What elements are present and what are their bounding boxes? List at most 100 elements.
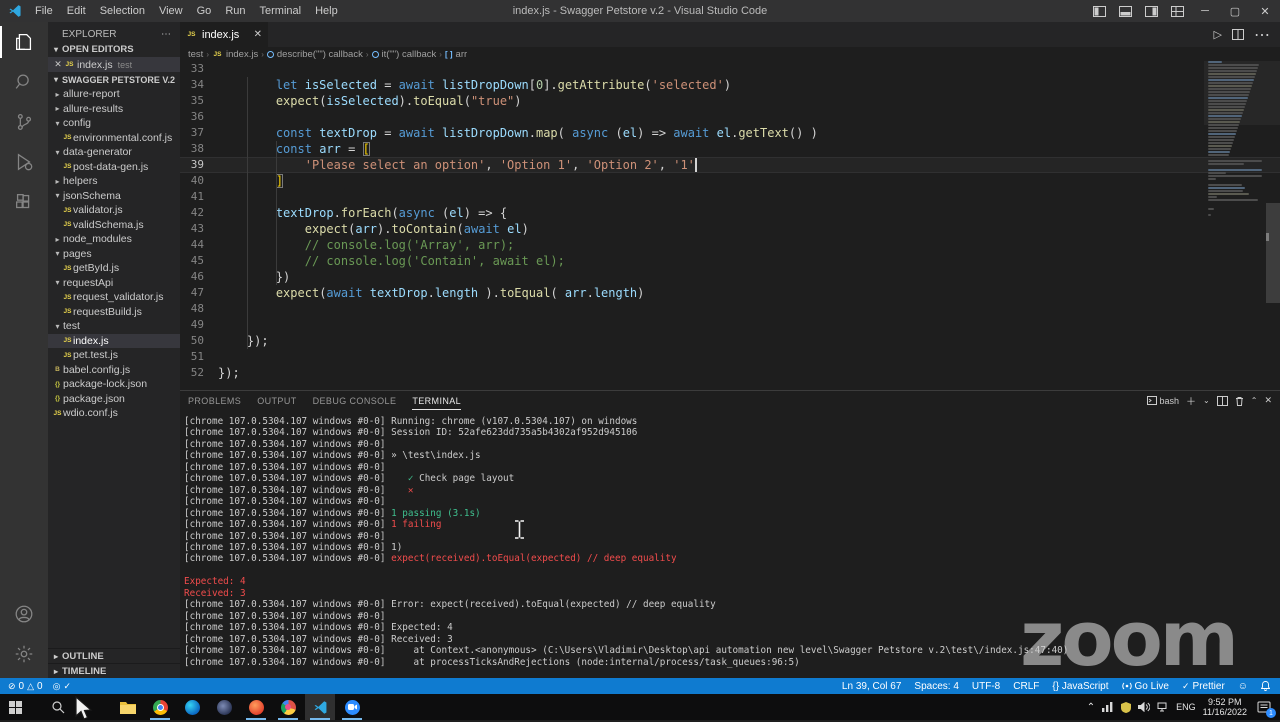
panel-tab-terminal[interactable]: TERMINAL xyxy=(412,391,461,410)
code-line-41[interactable]: 41 xyxy=(180,189,1280,205)
panel-tab-debug-console[interactable]: DEBUG CONSOLE xyxy=(313,391,397,410)
code-line-52[interactable]: 52}); xyxy=(180,365,1280,381)
menu-help[interactable]: Help xyxy=(308,0,345,22)
taskbar-edge[interactable] xyxy=(177,694,207,720)
new-terminal-icon[interactable]: ＋ xyxy=(1186,393,1196,408)
split-editor-icon[interactable] xyxy=(1232,29,1244,40)
breadcrumb-item[interactable]: JSindex.js xyxy=(212,49,258,60)
open-editor-item[interactable]: ✕ JS index.js test xyxy=(48,57,180,72)
code-line-37[interactable]: 37const textDrop = await listDropDown.ma… xyxy=(180,125,1280,141)
tree-item-data-generator[interactable]: ▾data-generator xyxy=(48,145,180,160)
tree-item-test[interactable]: ▾test xyxy=(48,319,180,334)
problems-indicator[interactable]: ⊘ 0 △ 0 xyxy=(8,681,43,692)
close-editor-icon[interactable]: ✕ xyxy=(52,59,64,70)
code-line-35[interactable]: 35expect(isSelected).toEqual("true") xyxy=(180,93,1280,109)
menu-selection[interactable]: Selection xyxy=(93,0,152,22)
terminal-output[interactable]: [chrome 107.0.5304.107 windows #0-0] Run… xyxy=(180,410,1280,678)
code-line-47[interactable]: 47expect(await textDrop.length ).toEqual… xyxy=(180,285,1280,301)
tree-item-validator.js[interactable]: JSvalidator.js xyxy=(48,203,180,218)
tree-item-requestBuild.js[interactable]: JSrequestBuild.js xyxy=(48,305,180,320)
toggle-secondary-sidebar-icon[interactable] xyxy=(1138,0,1164,22)
code-editor[interactable]: 3334let isSelected = await listDropDown[… xyxy=(180,61,1280,390)
maximize-panel-icon[interactable]: ⌃ xyxy=(1251,396,1258,405)
taskbar-browser-2[interactable] xyxy=(273,694,303,720)
customize-layout-icon[interactable] xyxy=(1164,0,1190,22)
activitybar-search[interactable] xyxy=(0,62,48,102)
activitybar-settings[interactable] xyxy=(0,634,48,674)
taskbar-app-orange[interactable] xyxy=(241,694,271,720)
language-indicator[interactable]: ENG xyxy=(1176,702,1196,712)
menu-view[interactable]: View xyxy=(152,0,190,22)
breadcrumb-item[interactable]: describe("") callback xyxy=(267,49,363,60)
minimize-button[interactable]: ─ xyxy=(1190,0,1220,22)
code-line-51[interactable]: 51 xyxy=(180,349,1280,365)
run-file-icon[interactable]: ▷ xyxy=(1214,28,1222,41)
menu-terminal[interactable]: Terminal xyxy=(253,0,309,22)
taskbar-browser-1[interactable] xyxy=(145,694,175,720)
maximize-button[interactable]: ▢ xyxy=(1220,0,1250,22)
tree-item-validSchema.js[interactable]: JSvalidSchema.js xyxy=(48,218,180,233)
kill-terminal-icon[interactable] xyxy=(1235,396,1244,406)
network-icon[interactable] xyxy=(1157,702,1169,712)
activitybar-extensions[interactable] xyxy=(0,182,48,222)
toggle-sidebar-icon[interactable] xyxy=(1086,0,1112,22)
code-line-42[interactable]: 42textDrop.forEach(async (el) => { xyxy=(180,205,1280,221)
status-go-live[interactable]: Go Live xyxy=(1122,681,1169,692)
tree-item-allure-report[interactable]: ▸allure-report xyxy=(48,87,180,102)
feedback-icon[interactable]: ☺ xyxy=(1238,681,1248,692)
close-button[interactable]: ✕ xyxy=(1250,0,1280,22)
taskbar-search[interactable] xyxy=(43,694,73,720)
taskbar-zoom[interactable] xyxy=(337,694,367,720)
activitybar-account[interactable] xyxy=(0,594,48,634)
code-line-33[interactable]: 33 xyxy=(180,61,1280,77)
code-line-36[interactable]: 36 xyxy=(180,109,1280,125)
menu-file[interactable]: File xyxy=(28,0,60,22)
status-crlf[interactable]: CRLF xyxy=(1013,681,1039,692)
activitybar-explorer[interactable] xyxy=(0,22,48,62)
code-line-46[interactable]: 46}) xyxy=(180,269,1280,285)
status--javascript[interactable]: {} JavaScript xyxy=(1052,681,1108,692)
tree-item-helpers[interactable]: ▸helpers xyxy=(48,174,180,189)
tree-item-package.json[interactable]: {}package.json xyxy=(48,392,180,407)
menu-run[interactable]: Run xyxy=(218,0,252,22)
menu-edit[interactable]: Edit xyxy=(60,0,93,22)
panel-tab-problems[interactable]: PROBLEMS xyxy=(188,391,241,410)
breadcrumb-item[interactable]: it("") callback xyxy=(372,49,437,60)
close-panel-icon[interactable]: ✕ xyxy=(1264,395,1272,406)
project-section[interactable]: ▾ SWAGGER PETSTORE V.2 xyxy=(48,72,180,87)
tree-item-wdio.conf.js[interactable]: JSwdio.conf.js xyxy=(48,406,180,421)
open-editors-section[interactable]: ▾ OPEN EDITORS xyxy=(48,42,180,57)
code-line-43[interactable]: 43expect(arr).toContain(await el) xyxy=(180,221,1280,237)
activitybar-run-debug[interactable] xyxy=(0,142,48,182)
code-line-39[interactable]: 39'Please select an option', 'Option 1',… xyxy=(180,157,1280,173)
tree-item-environmental.conf.js[interactable]: JSenvironmental.conf.js xyxy=(48,131,180,146)
timeline-section[interactable]: ▸ TIMELINE xyxy=(48,663,180,678)
tab-indexjs[interactable]: JS index.js ✕ xyxy=(180,22,268,47)
breadcrumb-item[interactable]: test xyxy=(188,49,203,60)
code-line-44[interactable]: 44// console.log('Array', arr); xyxy=(180,237,1280,253)
editor-scrollbar[interactable] xyxy=(1266,61,1280,390)
tree-item-jsonSchema[interactable]: ▾jsonSchema xyxy=(48,189,180,204)
code-line-45[interactable]: 45// console.log('Contain', await el); xyxy=(180,253,1280,269)
status-ln-39-col-67[interactable]: Ln 39, Col 67 xyxy=(842,681,902,692)
tree-item-allure-results[interactable]: ▸allure-results xyxy=(48,102,180,117)
tab-close-icon[interactable]: ✕ xyxy=(254,29,262,40)
status-utf-8[interactable]: UTF-8 xyxy=(972,681,1000,692)
panel-tab-output[interactable]: OUTPUT xyxy=(257,391,296,410)
tree-item-pages[interactable]: ▾pages xyxy=(48,247,180,262)
tree-item-request_validator.js[interactable]: JSrequest_validator.js xyxy=(48,290,180,305)
start-button[interactable] xyxy=(0,694,30,720)
tree-item-pet.test.js[interactable]: JSpet.test.js xyxy=(48,348,180,363)
tree-item-config[interactable]: ▾config xyxy=(48,116,180,131)
tree-item-requestApi[interactable]: ▾requestApi xyxy=(48,276,180,291)
explorer-more-actions-icon[interactable]: ⋯ xyxy=(161,29,172,40)
shell-selector[interactable]: bash xyxy=(1147,396,1180,406)
minimap[interactable] xyxy=(1208,61,1266,241)
taskbar-app-dark[interactable] xyxy=(209,694,239,720)
taskbar-vscode[interactable] xyxy=(305,694,335,720)
tray-chevron-icon[interactable]: ⌃ xyxy=(1087,702,1095,713)
editor-more-actions-icon[interactable]: ⋯ xyxy=(1254,25,1270,45)
tree-item-post-data-gen.js[interactable]: JSpost-data-gen.js xyxy=(48,160,180,175)
bell-icon[interactable] xyxy=(1261,681,1270,691)
split-terminal-icon[interactable] xyxy=(1217,396,1228,406)
